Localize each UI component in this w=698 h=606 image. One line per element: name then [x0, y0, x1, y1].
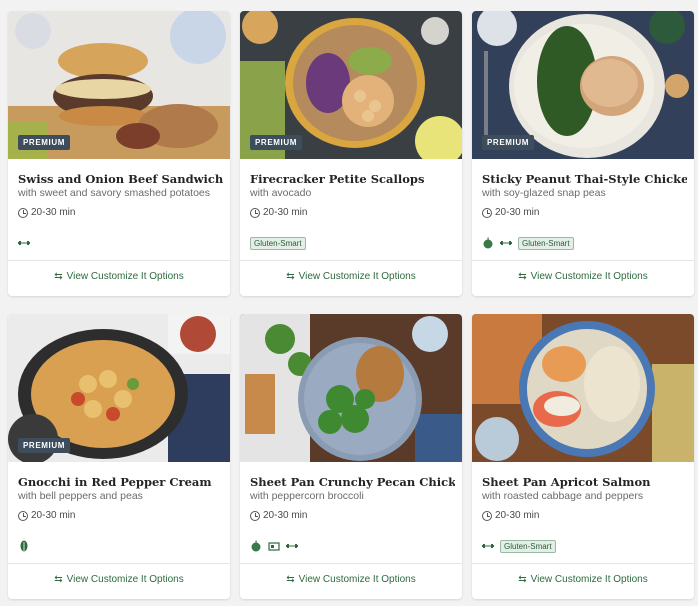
cook-time-label: 20-30 min — [263, 510, 308, 521]
customize-label: View Customize It Options — [530, 574, 648, 585]
customize-options-link[interactable]: ⇆ View Customize It Options — [8, 574, 230, 585]
customize-options-link[interactable]: ⇆ View Customize It Options — [472, 271, 694, 282]
cook-time: 20-30 min — [250, 207, 307, 218]
recipe-subtitle: with avocado — [250, 187, 312, 199]
cook-time-label: 20-30 min — [31, 207, 76, 218]
premium-badge: PREMIUM — [482, 135, 534, 150]
card-divider — [472, 260, 694, 261]
card-divider — [8, 260, 230, 261]
customize-options-link[interactable]: ⇆ View Customize It Options — [240, 271, 462, 282]
recipe-photo[interactable] — [472, 314, 694, 462]
cook-time-label: 20-30 min — [31, 510, 76, 521]
customize-options-link[interactable]: ⇆ View Customize It Options — [240, 574, 462, 585]
gluten-smart-chip: Gluten-Smart — [250, 236, 306, 250]
premium-badge: PREMIUM — [18, 438, 70, 453]
recipe-card[interactable]: PREMIUM Gnocchi in Red Pepper Cream with… — [8, 314, 230, 599]
recipe-tags: Gluten-Smart — [250, 236, 306, 250]
recipe-title[interactable]: Gnocchi in Red Pepper Cream — [18, 475, 223, 489]
recipe-tags: Gluten-Smart — [482, 539, 556, 553]
gluten-smart-chip: Gluten-Smart — [518, 236, 574, 250]
gluten-smart-chip: Gluten-Smart — [500, 539, 556, 553]
cook-time-label: 20-30 min — [495, 207, 540, 218]
cook-time: 20-30 min — [482, 207, 539, 218]
clock-icon — [18, 207, 28, 218]
sheet-pan-icon — [268, 542, 280, 551]
clock-icon — [250, 207, 260, 218]
card-divider — [472, 563, 694, 564]
recipe-photo[interactable] — [240, 314, 462, 462]
recipe-subtitle: with sweet and savory smashed potatoes — [18, 187, 211, 199]
swap-icon: ⇆ — [54, 271, 63, 282]
recipe-title[interactable]: Sticky Peanut Thai-Style Chicken — [482, 172, 687, 186]
recipe-title[interactable]: Sheet Pan Apricot Salmon — [482, 475, 687, 489]
clock-icon — [250, 510, 260, 521]
cook-time: 20-30 min — [18, 510, 75, 521]
recipe-subtitle: with roasted cabbage and peppers — [482, 490, 644, 502]
recipe-title[interactable]: Sheet Pan Crunchy Pecan Chicken — [250, 475, 455, 489]
recipe-subtitle: with bell peppers and peas — [18, 490, 143, 502]
swap-icon: ⇆ — [518, 271, 527, 282]
swap-icon: ⇆ — [286, 271, 295, 282]
cook-time-label: 20-30 min — [495, 510, 540, 521]
customize-label: View Customize It Options — [66, 574, 184, 585]
card-divider — [240, 563, 462, 564]
clock-icon — [18, 510, 28, 521]
cook-time: 20-30 min — [250, 510, 307, 521]
recipe-tags — [250, 539, 298, 553]
customize-label: View Customize It Options — [298, 271, 416, 282]
premium-badge: PREMIUM — [250, 135, 302, 150]
recipe-card[interactable]: Sheet Pan Crunchy Pecan Chicken with pep… — [240, 314, 462, 599]
protein-icon — [286, 544, 298, 548]
customize-label: View Customize It Options — [530, 271, 648, 282]
recipe-card[interactable]: PREMIUM Swiss and Onion Beef Sandwich wi… — [8, 11, 230, 296]
recipe-card[interactable]: PREMIUM Firecracker Petite Scallops with… — [240, 11, 462, 296]
cook-time: 20-30 min — [482, 510, 539, 521]
customize-label: View Customize It Options — [298, 574, 416, 585]
cook-time: 20-30 min — [18, 207, 75, 218]
recipe-tags — [18, 539, 30, 553]
cook-time-label: 20-30 min — [263, 207, 308, 218]
recipe-tags: Gluten-Smart — [482, 236, 574, 250]
recipe-title[interactable]: Firecracker Petite Scallops — [250, 172, 455, 186]
apple-icon — [251, 540, 261, 552]
protein-icon — [18, 241, 30, 245]
recipe-tags — [18, 236, 30, 250]
recipe-card[interactable]: Sheet Pan Apricot Salmon with roasted ca… — [472, 314, 694, 599]
recipe-subtitle: with soy-glazed snap peas — [482, 187, 606, 199]
customize-label: View Customize It Options — [66, 271, 184, 282]
clock-icon — [482, 510, 492, 521]
recipe-title[interactable]: Swiss and Onion Beef Sandwich — [18, 172, 223, 186]
premium-badge: PREMIUM — [18, 135, 70, 150]
card-divider — [240, 260, 462, 261]
customize-options-link[interactable]: ⇆ View Customize It Options — [8, 271, 230, 282]
apple-icon — [483, 237, 493, 249]
leaf-icon — [20, 540, 28, 552]
swap-icon: ⇆ — [54, 574, 63, 585]
card-divider — [8, 563, 230, 564]
clock-icon — [482, 207, 492, 218]
swap-icon: ⇆ — [286, 574, 295, 585]
protein-icon — [500, 241, 512, 245]
recipe-subtitle: with peppercorn broccoli — [250, 490, 364, 502]
protein-icon — [482, 544, 494, 548]
customize-options-link[interactable]: ⇆ View Customize It Options — [472, 574, 694, 585]
swap-icon: ⇆ — [518, 574, 527, 585]
recipe-card[interactable]: PREMIUM Sticky Peanut Thai-Style Chicken… — [472, 11, 694, 296]
